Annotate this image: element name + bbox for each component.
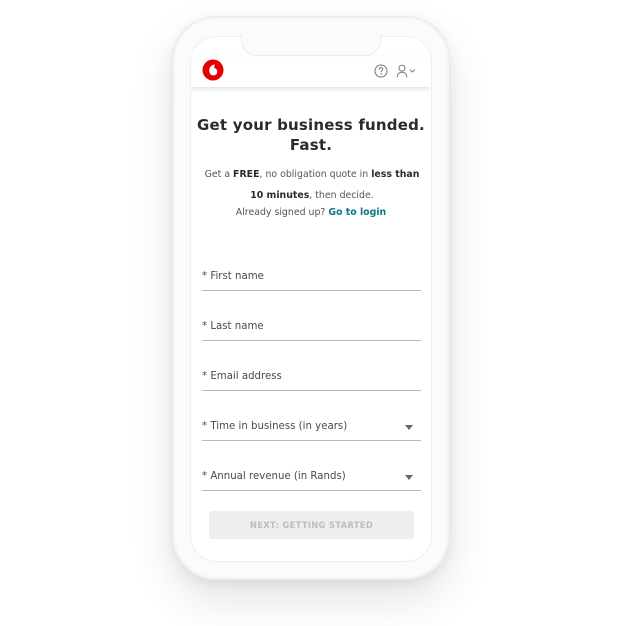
annual-revenue-label: * Annual revenue (in Rands) <box>202 471 346 482</box>
phone-screen: Get your business funded. Fast. Get a FR… <box>190 36 432 562</box>
phone-notch <box>241 34 381 56</box>
vodafone-logo-icon[interactable] <box>202 59 224 81</box>
title-line-2: Fast. <box>289 136 333 154</box>
help-question-icon[interactable] <box>374 64 388 78</box>
mockup-stage: Get your business funded. Fast. Get a FR… <box>0 0 626 626</box>
login-prompt: Already signed up? <box>235 207 329 218</box>
user-account-icon[interactable] <box>396 64 420 78</box>
go-to-login-link[interactable]: Go to login <box>328 207 386 218</box>
desc-part-1: Get a <box>204 169 234 180</box>
email-label: * Email address <box>202 371 282 382</box>
page-title: Get your business funded. Fast. <box>191 115 431 155</box>
first-name-label: * First name <box>202 271 264 282</box>
email-field[interactable]: * Email address <box>202 365 421 391</box>
desc-part-3: , then decide. <box>309 189 374 201</box>
chevron-down-icon <box>405 425 413 430</box>
quote-description: Get a FREE, no obligation quote in less … <box>199 165 425 206</box>
time-in-business-select[interactable]: * Time in business (in years) <box>202 415 421 441</box>
desc-free: FREE <box>233 169 260 180</box>
annual-revenue-select[interactable]: * Annual revenue (in Rands) <box>202 465 421 491</box>
app-header <box>191 57 431 87</box>
desc-less-than: less than <box>371 169 420 180</box>
time-in-business-label: * Time in business (in years) <box>202 421 348 432</box>
last-name-label: * Last name <box>202 321 264 332</box>
desc-part-2: , no obligation quote in <box>259 169 372 180</box>
first-name-field[interactable]: * First name <box>202 265 421 291</box>
title-line-1: Get your business funded. <box>197 116 425 134</box>
desc-ten-minutes: 10 minutes <box>250 189 310 201</box>
last-name-field[interactable]: * Last name <box>202 315 421 341</box>
chevron-down-icon <box>405 475 413 480</box>
next-getting-started-button[interactable]: NEXT: GETTING STARTED <box>209 511 414 539</box>
login-prompt-line: Already signed up? Go to login <box>191 207 431 218</box>
